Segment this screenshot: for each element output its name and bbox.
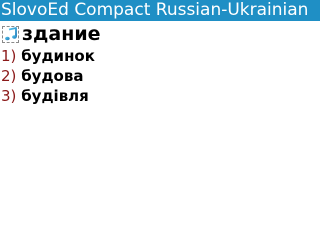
translation-item: 2) будова [0, 66, 320, 86]
translation-word[interactable]: будова [21, 67, 83, 85]
translation-list: 1) будинок 2) будова 3) будівля [0, 46, 320, 106]
translation-number: 3) [1, 87, 17, 105]
translation-word[interactable]: будівля [21, 87, 89, 105]
translation-number: 1) [1, 47, 17, 65]
headword: здание [22, 23, 101, 45]
translation-item: 3) будівля [0, 86, 320, 106]
entry-content: здание 1) будинок 2) будова 3) будівля [0, 22, 320, 106]
headword-row: здание [0, 22, 320, 46]
title-bar: SlovoEd Compact Russian-Ukrainian [0, 0, 320, 21]
translation-word[interactable]: будинок [21, 47, 95, 65]
translation-item: 1) будинок [0, 46, 320, 66]
app-title: SlovoEd Compact Russian-Ukrainian [1, 0, 309, 20]
music-note-icon [4, 27, 17, 41]
dictionary-screen: SlovoEd Compact Russian-Ukrainian здание… [0, 0, 320, 240]
pronunciation-button[interactable] [2, 25, 19, 43]
translation-number: 2) [1, 67, 17, 85]
